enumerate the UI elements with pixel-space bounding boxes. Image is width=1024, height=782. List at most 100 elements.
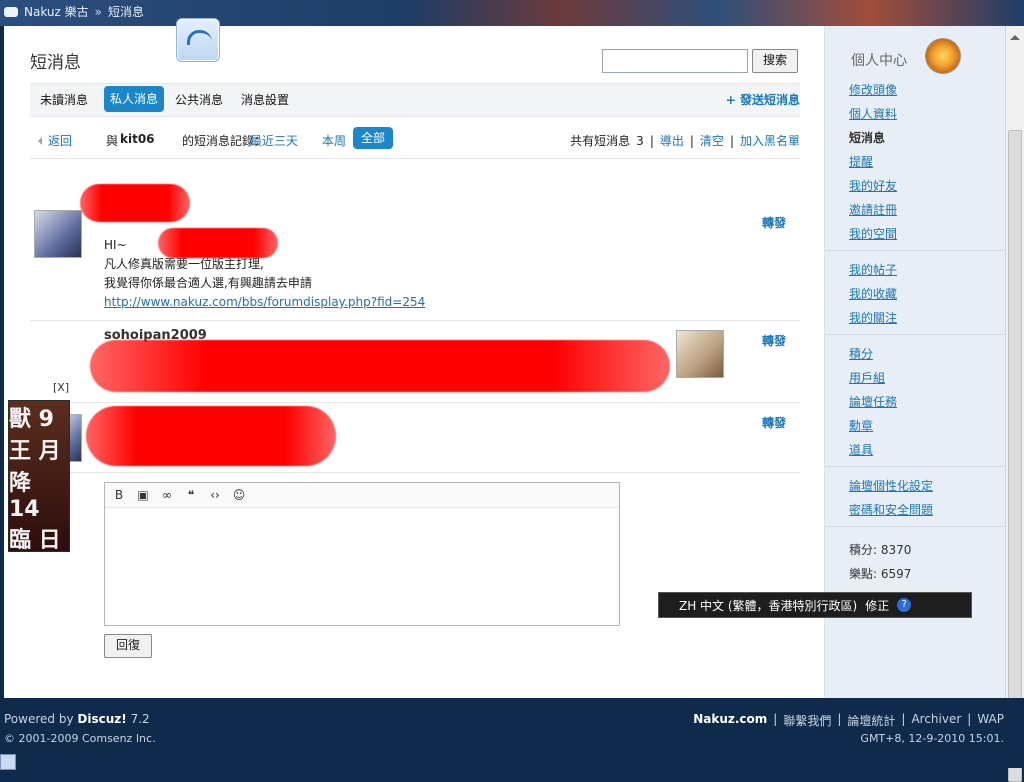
- sidebar-item[interactable]: 道具: [849, 438, 999, 462]
- divider: |: [967, 712, 972, 726]
- sidebar-item[interactable]: 論壇個性化設定: [849, 474, 999, 498]
- range-recent-three-days[interactable]: 最近三天: [250, 132, 298, 149]
- ad-line: 臨 日: [9, 528, 61, 553]
- sidebar-item[interactable]: 我的好友: [849, 174, 999, 198]
- archiver-link[interactable]: Archiver: [911, 712, 961, 729]
- breadcrumb-home[interactable]: Nakuz 樂古: [24, 3, 89, 20]
- footer: Powered by Discuz! 7.2 © 2001-2009 Comse…: [0, 698, 1024, 768]
- ime-language[interactable]: ZH 中文 (繁體，香港特別行政區): [679, 597, 857, 614]
- sidebar-item[interactable]: 積分: [849, 342, 999, 366]
- user-avatar[interactable]: [925, 38, 961, 74]
- help-icon[interactable]: ?: [897, 598, 912, 612]
- redaction-scribble: [90, 340, 670, 392]
- reply-button[interactable]: 回復: [104, 634, 152, 658]
- sidebar-divider: [825, 466, 1005, 467]
- smile-icon[interactable]: ☺: [231, 487, 247, 503]
- blacklist-link[interactable]: 加入黑名單: [740, 132, 800, 149]
- sidebar-item[interactable]: 勳章: [849, 414, 999, 438]
- quote-icon[interactable]: ❝: [183, 487, 199, 503]
- bold-icon[interactable]: B: [111, 487, 127, 503]
- ime-correction[interactable]: 修正: [865, 597, 889, 614]
- sidebar-item[interactable]: 我的收藏: [849, 282, 999, 306]
- scroll-up-icon[interactable]: [1010, 30, 1020, 40]
- ad-banner[interactable]: 獸 9 王 月 降 14 臨 日: [8, 400, 70, 553]
- contact-link[interactable]: 聯繫我們: [783, 712, 831, 729]
- wap-link[interactable]: WAP: [977, 712, 1004, 729]
- divider: |: [901, 712, 906, 726]
- scroll-thumb[interactable]: [1008, 130, 1022, 782]
- message-item: sohoipan2009 轉發: [30, 322, 800, 403]
- divider: |: [729, 133, 734, 148]
- avatar[interactable]: [34, 210, 82, 258]
- powered-by: Powered by Discuz! 7.2: [4, 712, 150, 726]
- reply-editor[interactable]: B ▣ ∞ ❝ ‹› ☺: [104, 482, 620, 626]
- redaction-scribble: [158, 228, 278, 258]
- sidebar-divider: [825, 250, 1005, 251]
- sidebar-item[interactable]: 修改頭像: [849, 78, 999, 102]
- link-icon[interactable]: ∞: [159, 487, 175, 503]
- top-banner: Nakuz 樂古 » 短消息: [0, 0, 1024, 26]
- clear-link[interactable]: 清空: [700, 132, 724, 149]
- sidebar-group: 論壇個性化設定 密碼和安全問題: [849, 474, 999, 522]
- editor-toolbar: B ▣ ∞ ❝ ‹› ☺: [105, 483, 619, 508]
- divider: |: [649, 133, 654, 148]
- sidebar-item[interactable]: 我的帖子: [849, 258, 999, 282]
- sidebar-item[interactable]: 個人資料: [849, 102, 999, 126]
- conversation-user[interactable]: kit06: [120, 132, 155, 146]
- compose-message-link[interactable]: + 發送短消息: [726, 91, 800, 108]
- range-this-week[interactable]: 本周: [322, 132, 346, 149]
- sidebar-item[interactable]: 我的關注: [849, 306, 999, 330]
- forward-link[interactable]: 轉發: [762, 214, 786, 231]
- sidebar-group: 我的帖子 我的收藏 我的關注: [849, 258, 999, 330]
- ime-language-bar[interactable]: ZH 中文 (繁體，香港特別行政區) 修正 ?: [658, 592, 972, 618]
- brand-link[interactable]: Discuz!: [77, 712, 126, 726]
- tab-public[interactable]: 公共消息: [175, 91, 223, 108]
- message-link[interactable]: http://www.nakuz.com/bbs/forumdisplay.ph…: [104, 295, 425, 309]
- floating-logo-icon: [176, 18, 220, 62]
- site-link[interactable]: Nakuz.com: [693, 712, 767, 729]
- version: 7.2: [130, 712, 150, 726]
- search-input[interactable]: [602, 49, 748, 73]
- tab-settings[interactable]: 消息設置: [241, 91, 289, 108]
- sidebar-title: 個人中心: [851, 53, 907, 69]
- breadcrumb-current[interactable]: 短消息: [108, 3, 144, 20]
- tab-unread[interactable]: 未讀消息: [40, 91, 88, 108]
- back-link[interactable]: 返回: [34, 132, 72, 149]
- stats-link[interactable]: 論壇統計: [847, 712, 895, 729]
- breadcrumb-separator: »: [94, 4, 102, 19]
- copyright: © 2001-2009 Comsenz Inc.: [4, 732, 156, 745]
- range-all[interactable]: 全部: [353, 127, 394, 149]
- search-button[interactable]: 搜索: [752, 49, 798, 73]
- message-count-label: 共有短消息: [570, 134, 631, 148]
- footer-links: Nakuz.com | 聯繫我們 | 論壇統計 | Archiver | WAP: [693, 712, 1004, 729]
- sidebar-item[interactable]: 論壇任務: [849, 390, 999, 414]
- sidebar-item[interactable]: 密碼和安全問題: [849, 498, 999, 522]
- timestamp: GMT+8, 12-9-2010 15:01.: [860, 732, 1004, 745]
- message-line: 我覺得你係最合適人選,有興趣請去申請: [104, 276, 312, 290]
- user-stats: 積分: 8370 樂點: 6597: [849, 538, 911, 586]
- message-tabs: 未讀消息 私人消息 公共消息 消息設置 + 發送短消息: [30, 83, 800, 117]
- avatar[interactable]: [676, 330, 724, 378]
- ad-close-button[interactable]: [X]: [53, 381, 69, 394]
- divider: |: [773, 712, 778, 726]
- sidebar-item[interactable]: 提醒: [849, 150, 999, 174]
- code-icon[interactable]: ‹›: [207, 487, 223, 503]
- sidebar-item[interactable]: 邀請註冊: [849, 198, 999, 222]
- sidebar-divider: [825, 526, 1005, 527]
- sidebar-item[interactable]: 用戶組: [849, 366, 999, 390]
- page-title: 短消息: [30, 53, 81, 73]
- browser-scrollbar[interactable]: [1005, 26, 1024, 782]
- sidebar-item-current[interactable]: 短消息: [849, 126, 999, 150]
- sidebar-item[interactable]: 我的空間: [849, 222, 999, 246]
- image-icon[interactable]: ▣: [135, 487, 151, 503]
- ad-line: 獸 9: [9, 407, 54, 432]
- points-stat: 積分: 8370: [849, 543, 912, 557]
- forward-link[interactable]: 轉發: [762, 332, 786, 349]
- tab-private[interactable]: 私人消息: [104, 86, 165, 112]
- speech-bubble-icon: [4, 6, 18, 17]
- export-link[interactable]: 導出: [660, 132, 684, 149]
- breadcrumb: Nakuz 樂古 » 短消息: [4, 3, 144, 20]
- fun-stat: 樂點: 6597: [849, 567, 912, 581]
- forward-link[interactable]: 轉發: [762, 414, 786, 431]
- ad-line: 降 14: [9, 471, 40, 522]
